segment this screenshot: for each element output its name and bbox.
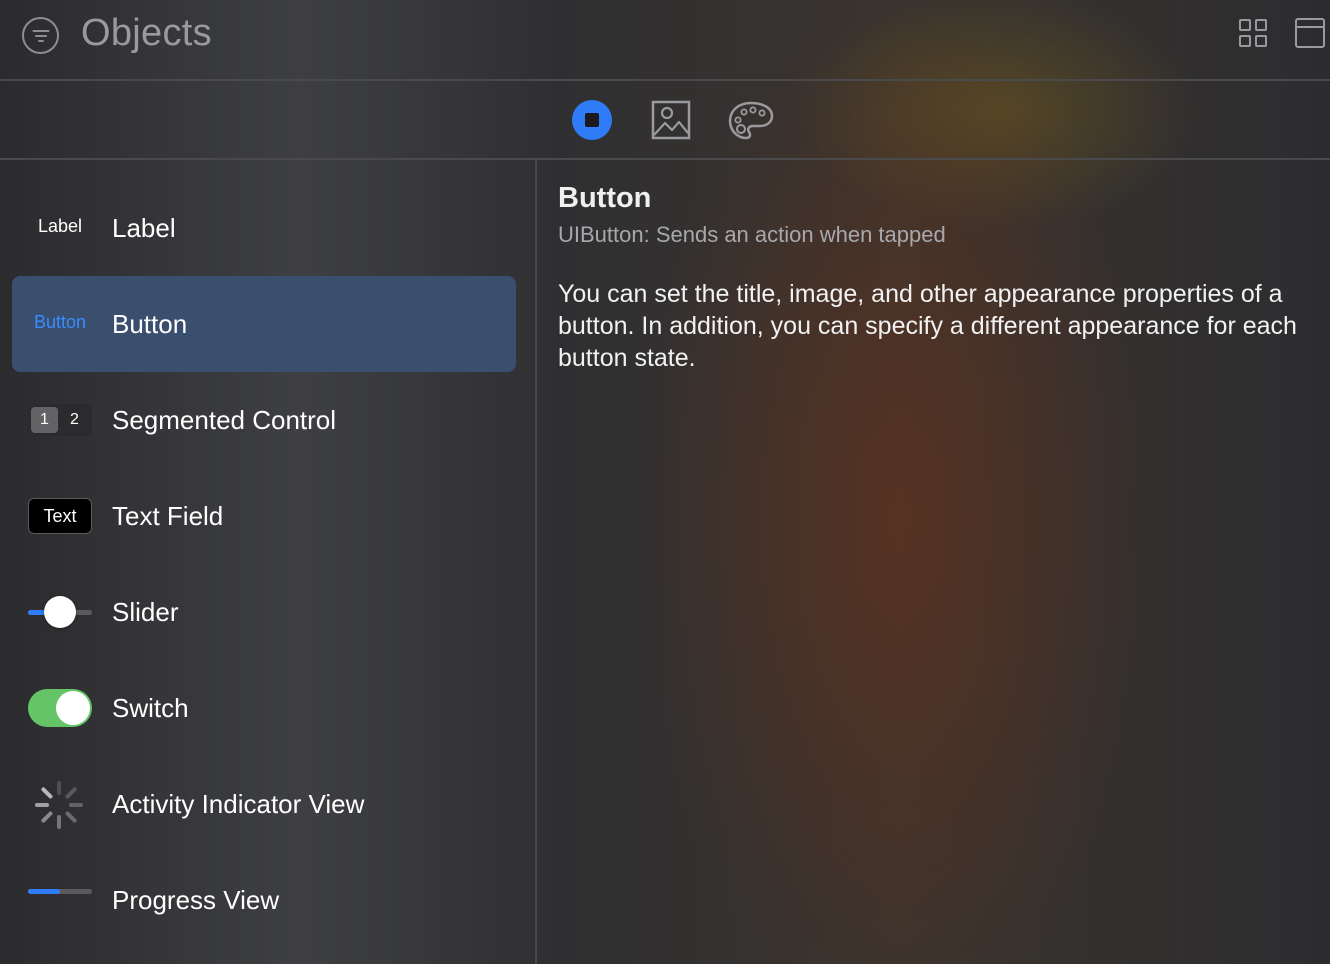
progress-view-thumbnail [28, 852, 92, 948]
header: Objects [0, 0, 1330, 81]
list-item-name: Activity Indicator View [112, 789, 365, 819]
list-item-text-field[interactable]: Text Text Field [12, 468, 516, 564]
button-thumbnail: Button [28, 276, 92, 372]
label-thumbnail: Label [28, 180, 92, 276]
segmented-control-thumbnail: 1 2 [28, 372, 92, 468]
detail-title: Button [558, 182, 652, 214]
list-item-name: Switch [112, 693, 189, 723]
color-palette-tab-icon[interactable] [727, 100, 775, 142]
detail-subtitle: UIButton: Sends an action when tapped [558, 222, 946, 247]
detail-description: You can set the title, image, and other … [558, 280, 1297, 372]
button-thumb-text: Button [33, 312, 87, 332]
activity-spinner-icon [35, 781, 83, 829]
list-item-activity-indicator[interactable]: Activity Indicator View [12, 756, 516, 852]
window-title: Objects [81, 12, 212, 54]
text-field-thumbnail: Text [28, 468, 92, 564]
list-item-name: Label [112, 213, 176, 243]
progress-fill [28, 889, 60, 894]
slider-knob-icon [44, 596, 76, 628]
segment-2: 2 [70, 411, 79, 428]
label-thumb-text: Label [37, 216, 83, 236]
grid-view-icon[interactable] [1239, 19, 1269, 49]
text-field-thumb-text: Text [28, 498, 92, 534]
list-item-name: Progress View [112, 885, 280, 915]
list-item-name: Text Field [112, 501, 224, 531]
switch-thumbnail [28, 660, 92, 756]
list-item-name: Segmented Control [112, 405, 337, 435]
list-item-slider[interactable]: Slider [12, 564, 516, 660]
window-icon[interactable] [1295, 18, 1325, 48]
list-item-switch[interactable]: Switch [12, 660, 516, 756]
activity-indicator-thumbnail [28, 756, 92, 852]
segment-1: 1 [31, 407, 58, 433]
object-list: Label Label Button Button 1 2 Segmented … [0, 160, 537, 964]
list-item-progress-view[interactable]: Progress View [12, 852, 516, 948]
filter-icon[interactable] [22, 17, 59, 54]
list-item-segmented-control[interactable]: 1 2 Segmented Control [12, 372, 516, 468]
list-item-button[interactable]: Button Button [12, 276, 516, 372]
slider-thumbnail [28, 564, 92, 660]
segmented-control-icon: 1 2 [28, 404, 92, 436]
list-item-name: Button [112, 309, 188, 339]
switch-icon [28, 689, 92, 727]
library-tab-bar [0, 81, 1330, 160]
objects-tab-icon[interactable] [572, 100, 612, 140]
list-item-label[interactable]: Label Label [12, 180, 516, 276]
list-item-name: Slider [112, 597, 179, 627]
media-tab-icon[interactable] [651, 100, 691, 140]
